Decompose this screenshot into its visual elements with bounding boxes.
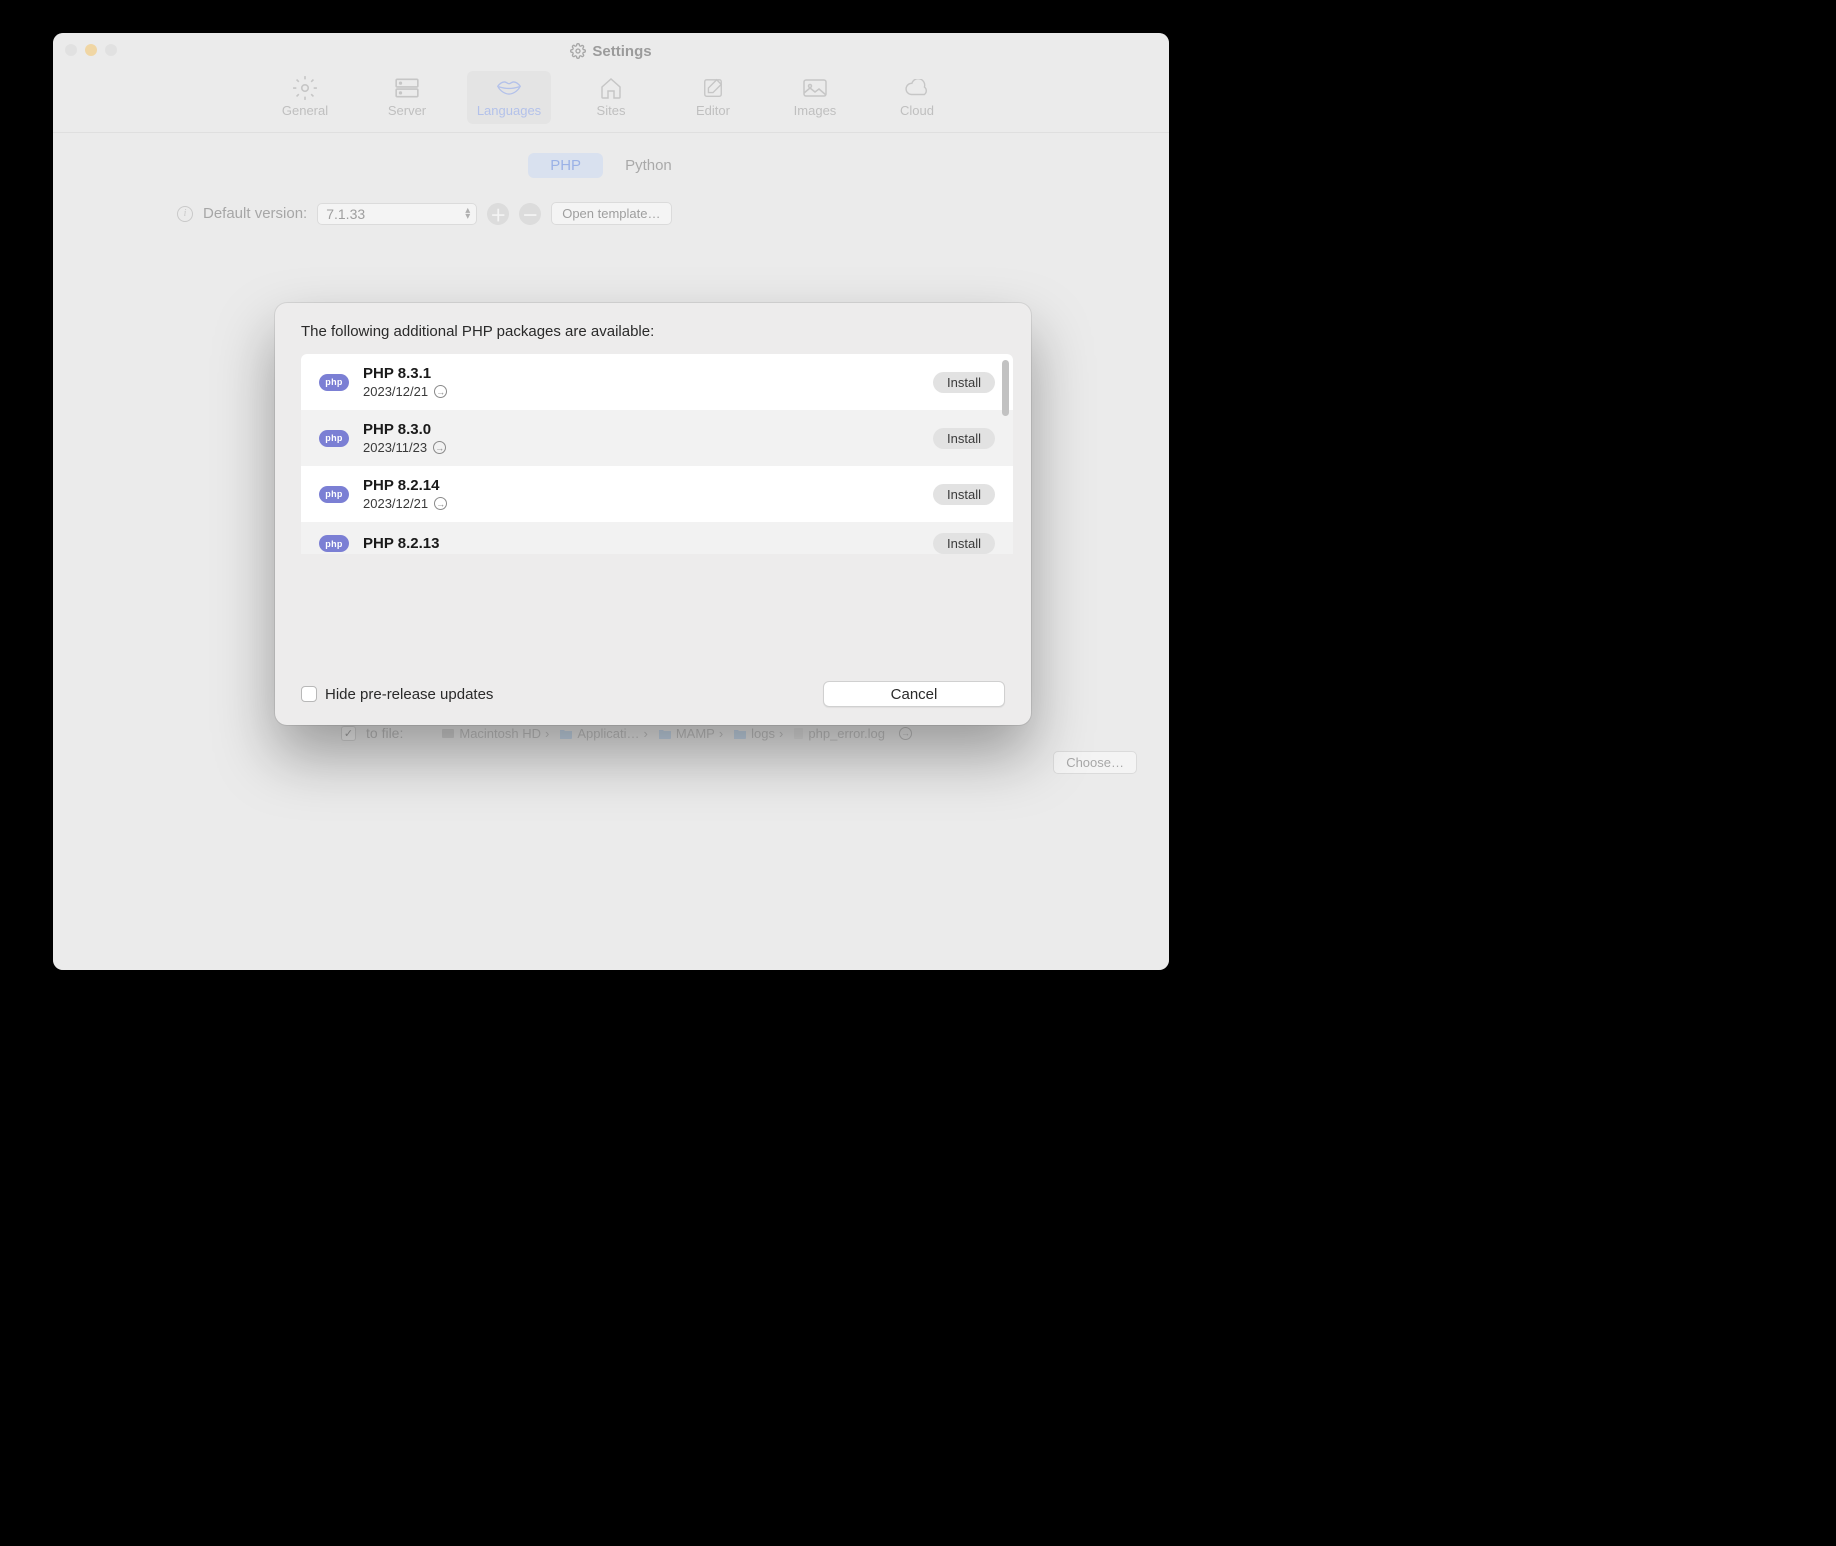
tab-languages[interactable]: Languages <box>467 71 551 124</box>
package-name: PHP 8.2.13 <box>363 535 919 552</box>
default-version-row: i Default version: 7.1.33 ▴▾ ＋ － Open te… <box>177 202 1141 225</box>
gear-icon <box>292 77 318 99</box>
lips-icon <box>496 77 522 99</box>
zoom-window-button[interactable] <box>105 44 117 56</box>
choose-button[interactable]: Choose… <box>1053 751 1137 774</box>
package-row[interactable]: php PHP 8.3.1 2023/12/21 → Install <box>301 354 1013 410</box>
home-icon <box>598 77 624 99</box>
gear-icon <box>570 43 586 59</box>
install-button[interactable]: Install <box>933 533 995 554</box>
traffic-lights <box>65 44 117 56</box>
arrow-right-icon[interactable]: → <box>434 497 447 510</box>
image-icon <box>802 77 828 99</box>
to-file-row: ✓ to file: Macintosh HD › Applicati… › M… <box>341 725 1141 741</box>
cloud-icon <box>904 77 930 99</box>
window-title-text: Settings <box>592 43 651 60</box>
edit-icon <box>700 77 726 99</box>
path-segment: Applicati… › <box>559 726 647 741</box>
package-name: PHP 8.3.1 <box>363 365 919 382</box>
chevron-updown-icon: ▴▾ <box>465 208 470 220</box>
version-select[interactable]: 7.1.33 ▴▾ <box>317 203 477 225</box>
path-segment: Macintosh HD › <box>441 726 549 741</box>
php-packages-modal: The following additional PHP packages ar… <box>275 303 1031 725</box>
language-subtabs: PHP Python <box>81 153 1141 178</box>
arrow-right-icon[interactable]: → <box>434 385 447 398</box>
settings-window: Settings General Server Languages <box>53 33 1169 970</box>
install-button[interactable]: Install <box>933 484 995 505</box>
subtab-python[interactable]: Python <box>603 153 694 178</box>
scrollbar-thumb[interactable] <box>1002 360 1009 416</box>
settings-toolbar: General Server Languages Sites Editor <box>53 61 1169 133</box>
package-date: 2023/12/21 → <box>363 384 919 399</box>
tab-general[interactable]: General <box>263 71 347 124</box>
package-row[interactable]: php PHP 8.3.0 2023/11/23 → Install <box>301 410 1013 466</box>
php-icon: php <box>319 535 349 552</box>
tab-editor[interactable]: Editor <box>671 71 755 124</box>
path-segment: php_error.log <box>793 726 885 741</box>
install-button[interactable]: Install <box>933 372 995 393</box>
package-list: php PHP 8.3.1 2023/12/21 → Install php P… <box>301 354 1013 665</box>
go-icon[interactable]: → <box>899 727 912 740</box>
minimize-window-button[interactable] <box>85 44 97 56</box>
info-icon[interactable]: i <box>177 206 193 222</box>
package-date: 2023/12/21 → <box>363 496 919 511</box>
arrow-right-icon[interactable]: → <box>433 441 446 454</box>
window-title: Settings <box>570 43 651 60</box>
tab-server[interactable]: Server <box>365 71 449 124</box>
scrollbar[interactable] <box>1002 360 1011 659</box>
remove-version-button[interactable]: － <box>519 203 541 225</box>
php-icon: php <box>319 486 349 503</box>
to-file-checkbox[interactable]: ✓ <box>341 726 356 741</box>
package-row[interactable]: php PHP 8.2.14 2023/12/21 → Install <box>301 466 1013 522</box>
path-segment: MAMP › <box>658 726 723 741</box>
subtab-php[interactable]: PHP <box>528 153 603 178</box>
titlebar: Settings <box>53 33 1169 61</box>
php-icon: php <box>319 374 349 391</box>
php-icon: php <box>319 430 349 447</box>
to-file-label: to file: <box>366 725 403 741</box>
hide-prerelease-label: Hide pre-release updates <box>325 686 493 703</box>
package-name: PHP 8.3.0 <box>363 421 919 438</box>
tab-cloud[interactable]: Cloud <box>875 71 959 124</box>
add-version-button[interactable]: ＋ <box>487 203 509 225</box>
default-version-label: Default version: <box>203 205 307 222</box>
server-icon <box>394 77 420 99</box>
open-template-button[interactable]: Open template… <box>551 202 671 225</box>
tab-sites[interactable]: Sites <box>569 71 653 124</box>
cancel-button[interactable]: Cancel <box>823 681 1005 707</box>
modal-heading: The following additional PHP packages ar… <box>275 303 1031 354</box>
package-name: PHP 8.2.14 <box>363 477 919 494</box>
modal-footer: Hide pre-release updates Cancel <box>275 665 1031 725</box>
package-row[interactable]: php PHP 8.2.13 Install <box>301 522 1013 554</box>
close-window-button[interactable] <box>65 44 77 56</box>
hide-prerelease-row[interactable]: Hide pre-release updates <box>301 686 493 703</box>
install-button[interactable]: Install <box>933 428 995 449</box>
path-segment: logs › <box>733 726 783 741</box>
tab-images[interactable]: Images <box>773 71 857 124</box>
hide-prerelease-checkbox[interactable] <box>301 686 317 702</box>
version-value: 7.1.33 <box>326 206 365 222</box>
package-date: 2023/11/23 → <box>363 440 919 455</box>
